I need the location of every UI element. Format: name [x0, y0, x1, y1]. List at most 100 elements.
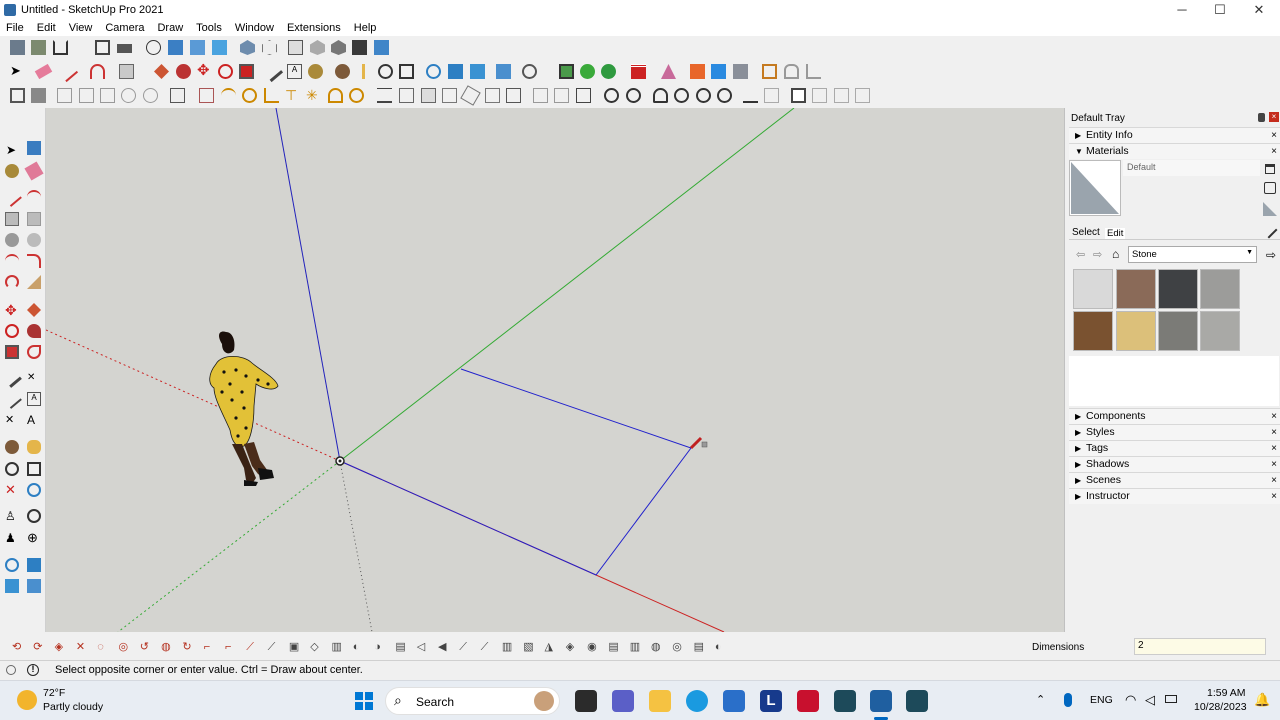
protractor-icon[interactable]	[221, 88, 236, 103]
bottom-tool-icon[interactable]: ◌	[97, 641, 110, 654]
close-button[interactable]: ✕	[1240, 0, 1278, 20]
toggle-terrain-icon[interactable]	[580, 64, 595, 79]
scale-icon[interactable]	[239, 64, 254, 79]
paint-bucket-icon[interactable]	[308, 64, 323, 79]
battery-icon[interactable]	[1165, 695, 1177, 703]
follow-me-icon[interactable]	[176, 64, 191, 79]
outer-shell-icon[interactable]	[674, 88, 689, 103]
sandbox-smoove-icon[interactable]	[806, 64, 821, 79]
sandbox-grid-icon[interactable]	[762, 64, 777, 79]
volume-icon[interactable]: ◁	[1145, 692, 1155, 708]
bottom-tool-icon[interactable]: ▥	[630, 641, 643, 654]
bottom-tool-icon[interactable]: ⟋	[246, 641, 259, 654]
bottom-tool-icon[interactable]: ◍	[651, 641, 664, 654]
section-left-icon[interactable]: ⊕	[27, 531, 41, 545]
hidden-line-icon[interactable]	[190, 40, 205, 55]
panel-close-icon[interactable]: ×	[1271, 473, 1277, 488]
material-swatch[interactable]	[1116, 269, 1156, 309]
clock-time[interactable]: 1:59 AM	[1207, 687, 1246, 699]
material-swatch[interactable]	[1200, 269, 1240, 309]
share-3d-icon[interactable]	[554, 88, 569, 103]
drawing-viewport[interactable]	[46, 108, 1064, 632]
push-pull-left-icon[interactable]	[27, 303, 41, 317]
bottom-tool-icon[interactable]: ▤	[694, 641, 707, 654]
layout-taskbar-icon[interactable]	[906, 690, 928, 712]
menu-camera[interactable]: Camera	[99, 22, 151, 34]
notification-icon[interactable]: 🔔	[1254, 692, 1270, 708]
bottom-tool-icon[interactable]: ⟳	[33, 641, 46, 654]
3d-text-icon[interactable]: ✳	[306, 88, 321, 103]
trim-icon[interactable]	[717, 88, 732, 103]
panel-close-icon[interactable]: ×	[1271, 441, 1277, 456]
front-view-icon[interactable]	[53, 40, 68, 55]
monochrome-icon[interactable]	[310, 40, 325, 55]
eraser-icon[interactable]	[34, 63, 53, 80]
tab-select[interactable]: Select	[1072, 227, 1100, 238]
smooth-icon[interactable]	[626, 88, 641, 103]
language-indicator[interactable]: ENG	[1090, 694, 1113, 706]
section-plane-icon[interactable]	[240, 40, 255, 55]
sandbox-contours-icon[interactable]	[784, 64, 799, 79]
shaded-textures-icon[interactable]	[331, 40, 346, 55]
panel-close-icon[interactable]: ×	[1271, 489, 1277, 504]
wireframe-icon[interactable]	[168, 40, 183, 55]
text-icon[interactable]: ⊤	[285, 88, 300, 103]
menu-edit[interactable]: Edit	[31, 22, 63, 34]
orbit-left-icon[interactable]	[5, 440, 19, 454]
components-icon[interactable]	[10, 88, 25, 103]
bottom-tool-icon[interactable]: ↻	[182, 641, 195, 654]
solid-subtract-icon[interactable]	[733, 64, 748, 79]
three-point-arc-icon[interactable]	[5, 275, 19, 289]
previous-left-icon[interactable]	[27, 483, 41, 497]
tape-left-icon[interactable]	[2, 368, 22, 388]
look-around-left-icon[interactable]	[27, 509, 41, 523]
bottom-tool-icon[interactable]: ⟋	[459, 641, 472, 654]
back-view-icon[interactable]	[117, 44, 132, 53]
bottom-tool-icon[interactable]: ✕	[76, 641, 89, 654]
look-around-icon[interactable]	[143, 88, 158, 103]
protractor-left-icon[interactable]	[2, 389, 22, 409]
tab-edit[interactable]: Edit	[1105, 228, 1126, 239]
push-pull-icon[interactable]	[154, 64, 169, 79]
home-icon[interactable]: ⌂	[1112, 247, 1119, 261]
follow-me-left-icon[interactable]	[27, 324, 41, 338]
pin-icon[interactable]	[1258, 113, 1265, 122]
bottom-tool-icon[interactable]: ⟋	[481, 641, 494, 654]
menu-file[interactable]: File	[0, 22, 31, 34]
display-section-icon[interactable]	[288, 40, 303, 55]
next-view-icon[interactable]	[812, 88, 827, 103]
right-view-icon[interactable]	[95, 40, 110, 55]
union-icon[interactable]	[764, 88, 779, 103]
dimension-left-icon[interactable]: ✕	[27, 371, 41, 385]
panel-close-icon[interactable]: ×	[1271, 128, 1277, 143]
freehand-icon[interactable]	[27, 190, 41, 204]
material-swatch[interactable]	[1200, 311, 1240, 351]
line-icon[interactable]	[2, 187, 22, 207]
arc-icon[interactable]	[90, 64, 105, 79]
share-left-icon[interactable]	[27, 558, 41, 572]
back-arrow-icon[interactable]: ⇦	[1076, 248, 1085, 261]
shaded-icon[interactable]	[212, 40, 227, 55]
panel-scenes[interactable]: ▶ Scenes ×	[1069, 472, 1280, 488]
zoom-icon[interactable]	[378, 64, 393, 79]
teams-icon[interactable]	[612, 690, 634, 712]
warehouse-left-icon[interactable]	[5, 558, 19, 572]
bottom-tool-icon[interactable]: ◉	[587, 641, 600, 654]
share-component-left-icon[interactable]	[5, 579, 19, 593]
iso-view-icon[interactable]	[10, 40, 25, 55]
bottom-tool-icon[interactable]: ◐	[715, 641, 728, 654]
solid-union-icon[interactable]	[711, 64, 726, 79]
sample-paint-icon[interactable]	[1260, 221, 1278, 239]
sandbox-scratch-icon[interactable]	[399, 88, 414, 103]
panel-components[interactable]: ▶ Components ×	[1069, 408, 1280, 424]
share-component-icon[interactable]	[470, 64, 485, 79]
rotate-icon[interactable]	[218, 64, 233, 79]
menu-tools[interactable]: Tools	[190, 22, 229, 34]
circle-icon[interactable]	[242, 88, 257, 103]
menu-draw[interactable]: Draw	[151, 22, 190, 34]
solid-tools-icon[interactable]	[690, 64, 705, 79]
panel-styles[interactable]: ▶ Styles ×	[1069, 424, 1280, 440]
intersect-solid-icon[interactable]	[696, 88, 711, 103]
polygon-icon[interactable]	[349, 88, 364, 103]
panel-close-icon[interactable]: ×	[1271, 409, 1277, 424]
